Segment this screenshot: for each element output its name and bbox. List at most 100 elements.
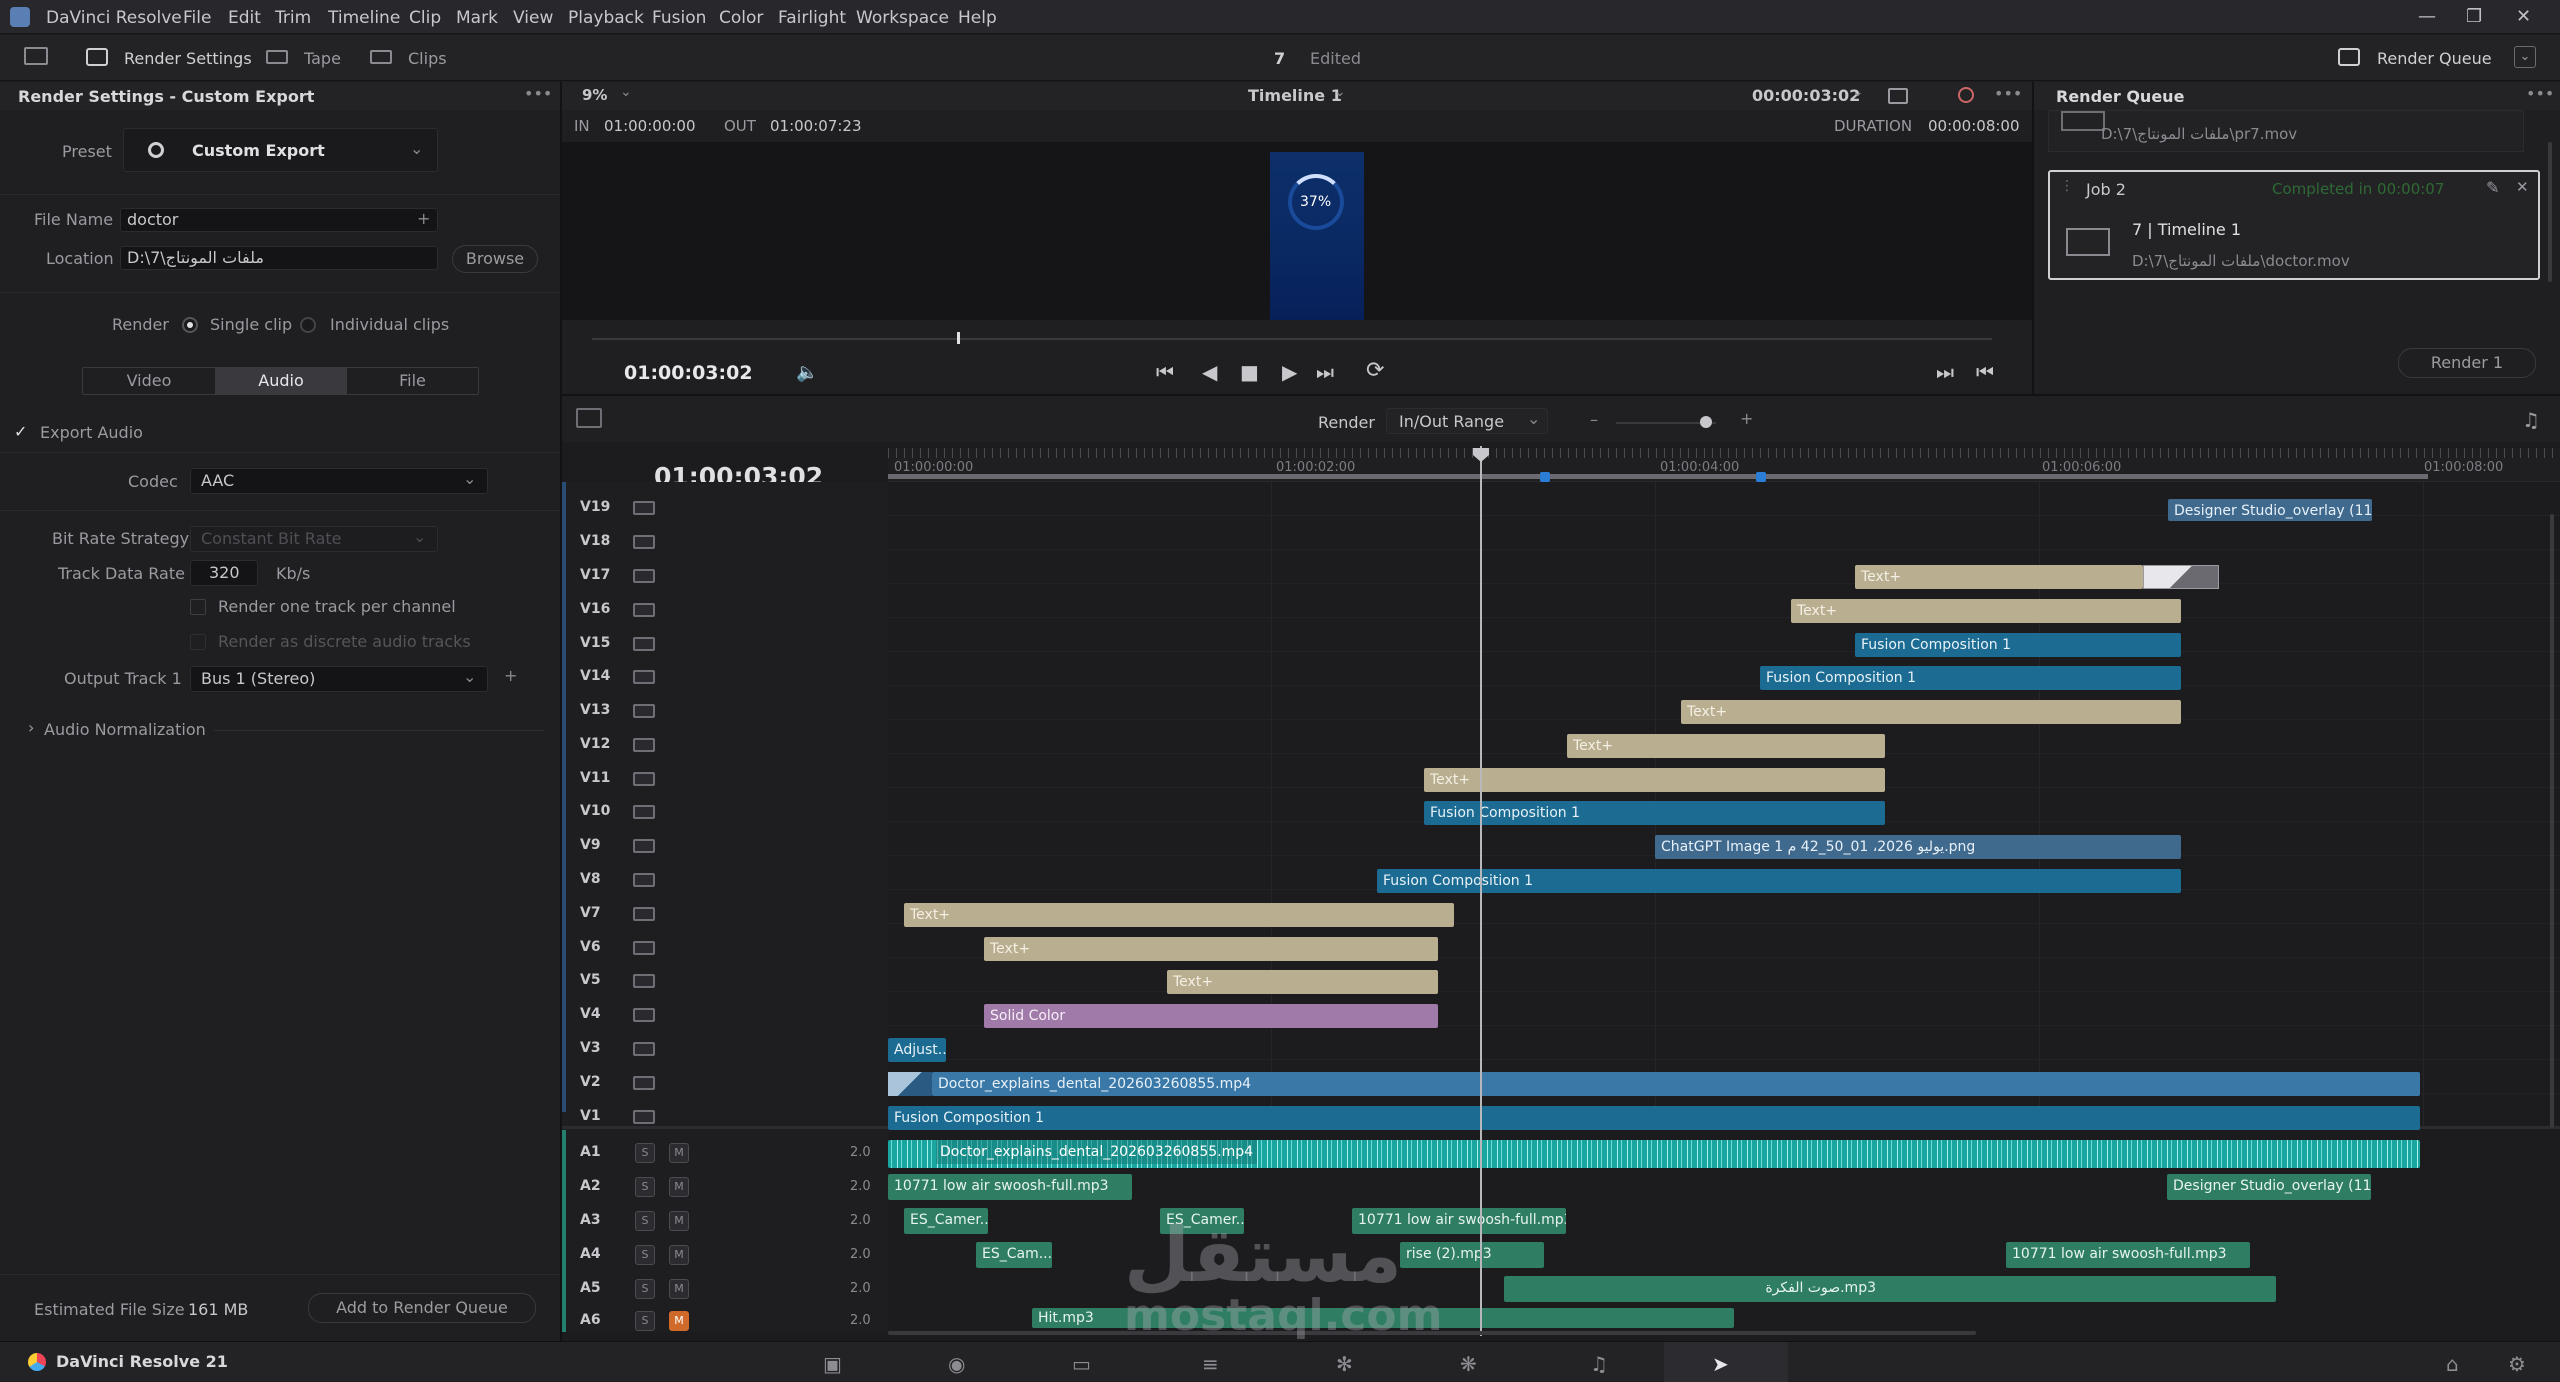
track-data-rate-input[interactable]: 320 <box>190 560 258 586</box>
clip-a4b[interactable]: rise (2).mp3 <box>1400 1242 1544 1268</box>
fusion-page-icon[interactable]: ≡ <box>1202 1352 1219 1376</box>
render-queue-toggle[interactable]: Render Queue <box>2377 49 2492 68</box>
solo-button[interactable]: S <box>635 1311 655 1331</box>
clip-a5[interactable]: صوت الفكرة.mp3 <box>1504 1276 2276 1302</box>
zoom-slider-handle[interactable] <box>1700 416 1712 428</box>
music-page-icon[interactable]: ♫ <box>1590 1352 1608 1376</box>
stop-icon[interactable]: ■ <box>1240 360 1259 384</box>
add-icon[interactable]: + <box>417 209 430 228</box>
track-monitor-icon[interactable] <box>633 772 655 786</box>
in-out-range-bar[interactable] <box>888 474 2428 479</box>
zoom-in-icon[interactable]: + <box>1740 409 1753 428</box>
chevron-down-icon[interactable]: ⌄ <box>620 84 632 100</box>
track-v13[interactable]: V13 <box>580 702 610 718</box>
track-monitor-icon[interactable] <box>633 738 655 752</box>
menu-timeline[interactable]: Timeline <box>328 8 400 28</box>
track-v2[interactable]: V2 <box>580 1074 602 1090</box>
menu-color[interactable]: Color <box>719 8 763 28</box>
track-monitor-icon[interactable] <box>633 873 655 887</box>
clip-v7[interactable]: Text+ <box>904 903 1454 927</box>
render-button[interactable]: Render 1 <box>2398 348 2536 378</box>
music-note-icon[interactable]: ♫ <box>2522 408 2540 432</box>
edit-page-icon[interactable]: ▭ <box>1072 1352 1091 1376</box>
track-a5[interactable]: A5 <box>580 1280 602 1296</box>
mute-button[interactable]: M <box>669 1245 689 1265</box>
menu-workspace[interactable]: Workspace <box>856 8 949 28</box>
add-to-render-queue-button[interactable]: Add to Render Queue <box>308 1293 536 1323</box>
job-1[interactable]: D:\7\ملفات المونتاج\pr7.mov <box>2048 110 2524 152</box>
track-monitor-icon[interactable] <box>633 1008 655 1022</box>
monitor-icon[interactable] <box>24 47 48 65</box>
track-v16[interactable]: V16 <box>580 601 610 617</box>
clip-a1[interactable]: Doctor_explains_dental_202603260855.mp4 <box>888 1140 2420 1168</box>
cut-page-icon[interactable]: ◉ <box>948 1352 965 1376</box>
mute-button[interactable]: M <box>669 1279 689 1299</box>
jump-to-start-icon[interactable]: ⏮ <box>1156 360 1174 384</box>
close-icon[interactable]: ✕ <box>2516 178 2529 196</box>
mute-button[interactable]: M <box>669 1143 689 1163</box>
clip-v5[interactable]: Text+ <box>1167 970 1438 994</box>
clip-a2b[interactable]: Designer Studio_overlay (11).... <box>2167 1174 2371 1200</box>
track-v8[interactable]: V8 <box>580 871 602 887</box>
menu-fusion[interactable]: Fusion <box>652 8 706 28</box>
step-back-icon[interactable]: ◀ <box>1202 360 1217 384</box>
track-v17[interactable]: V17 <box>580 567 610 583</box>
menu-trim[interactable]: Trim <box>275 8 311 28</box>
track-monitor-icon[interactable] <box>633 805 655 819</box>
audio-normalization-label[interactable]: Audio Normalization <box>44 720 206 739</box>
track-v9[interactable]: V9 <box>580 837 602 853</box>
menu-view[interactable]: View <box>513 8 553 28</box>
chevron-right-icon[interactable]: › <box>28 718 34 737</box>
track-v11[interactable]: V11 <box>580 770 610 786</box>
clip-a3a[interactable]: ES_Camer... <box>904 1208 988 1234</box>
color-page-icon[interactable]: ✻ <box>1336 1352 1353 1376</box>
clip-v15[interactable]: Fusion Composition 1 <box>1855 633 2181 657</box>
track-monitor-icon[interactable] <box>633 704 655 718</box>
solo-button[interactable]: S <box>635 1143 655 1163</box>
track-v5[interactable]: V5 <box>580 972 602 988</box>
timeline-vertical-scrollbar[interactable] <box>2550 514 2554 1128</box>
timeline-options-icon[interactable] <box>576 408 602 428</box>
chevron-down-icon[interactable]: ⌄ <box>1334 84 1346 100</box>
clip-v4[interactable]: Solid Color <box>984 1004 1438 1028</box>
track-monitor-icon[interactable] <box>633 603 655 617</box>
tab-file[interactable]: File <box>347 368 478 394</box>
deliver-page-tab[interactable]: ➤ <box>1664 1342 1788 1382</box>
timeline-name[interactable]: Timeline 1 <box>1248 86 1342 105</box>
loop-icon[interactable]: ⟳ <box>1366 358 1384 383</box>
job-2[interactable]: ⋮ Job 2 Completed in 00:00:07 ✎ ✕ 7 | Ti… <box>2048 170 2540 280</box>
mute-button[interactable]: M <box>669 1311 689 1331</box>
menu-file[interactable]: File <box>183 8 211 28</box>
marker[interactable] <box>1540 472 1550 482</box>
clip-a2a[interactable]: 10771 low air swoosh-full.mp3 <box>888 1174 1132 1200</box>
track-v15[interactable]: V15 <box>580 635 610 651</box>
browse-button[interactable]: Browse <box>452 245 538 273</box>
track-monitor-icon[interactable] <box>633 637 655 651</box>
track-v14[interactable]: V14 <box>580 668 610 684</box>
queue-scrollbar[interactable] <box>2548 142 2552 282</box>
more-options-icon[interactable]: ••• <box>1994 84 2022 103</box>
track-v7[interactable]: V7 <box>580 905 602 921</box>
menu-help[interactable]: Help <box>958 8 997 28</box>
track-v19[interactable]: V19 <box>580 499 610 515</box>
clip-v9[interactable]: ChatGPT Image 1 يوليو 2026، 01_50_42 م.p… <box>1655 835 2181 859</box>
track-v12[interactable]: V12 <box>580 736 610 752</box>
track-monitor-icon[interactable] <box>633 501 655 515</box>
clips-toggle[interactable]: Clips <box>408 49 447 68</box>
track-a4[interactable]: A4 <box>580 1246 602 1262</box>
location-input[interactable]: D:\7\ملفات المونتاج <box>120 246 438 270</box>
time-ruler[interactable]: 01:00:00:00 01:00:02:00 01:00:04:00 01:0… <box>888 448 2560 482</box>
playhead[interactable] <box>1480 446 1482 1336</box>
track-a3[interactable]: A3 <box>580 1212 602 1228</box>
volume-icon[interactable]: 🔈 <box>796 362 818 383</box>
track-a6[interactable]: A6 <box>580 1312 602 1328</box>
fairlight-page-icon[interactable]: ❋ <box>1460 1352 1477 1376</box>
track-monitor-icon[interactable] <box>633 1110 655 1124</box>
track-monitor-icon[interactable] <box>633 569 655 583</box>
viewer-mode-icon[interactable] <box>1888 88 1908 104</box>
mute-button[interactable]: M <box>669 1177 689 1197</box>
individual-clips-radio[interactable] <box>300 317 316 333</box>
track-v1[interactable]: V1 <box>580 1108 602 1124</box>
chevron-down-icon[interactable]: ⌄ <box>1852 84 1864 100</box>
track-v6[interactable]: V6 <box>580 939 602 955</box>
